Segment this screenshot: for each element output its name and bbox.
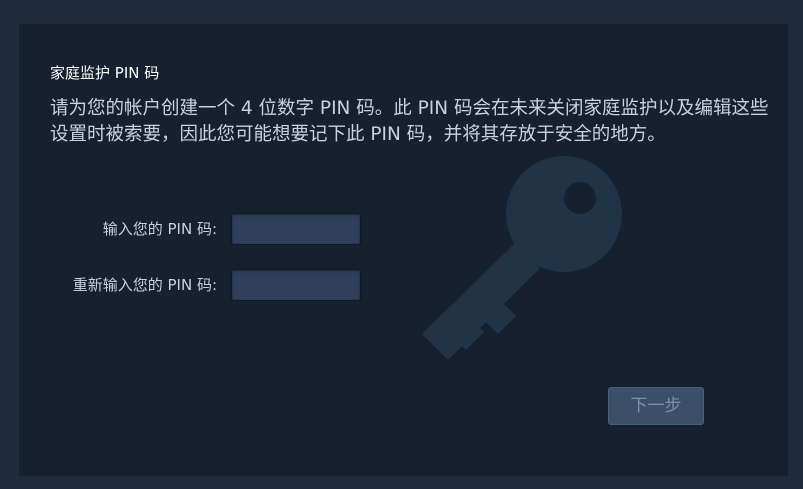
key-icon [422, 156, 622, 360]
pin-confirm-label: 重新输入您的 PIN 码: [72, 276, 217, 294]
family-view-dialog: 家庭监护 PIN 码 请为您的帐户创建一个 4 位数字 PIN 码。此 PIN … [19, 24, 788, 476]
dialog-title: 家庭监护 PIN 码 [50, 64, 160, 82]
pin-row: 输入您的 PIN 码: [59, 213, 361, 245]
pin-confirm-row: 重新输入您的 PIN 码: [59, 269, 361, 301]
pin-label: 输入您的 PIN 码: [102, 220, 217, 238]
pin-input[interactable] [231, 213, 361, 245]
pin-confirm-input[interactable] [231, 269, 361, 301]
next-button[interactable]: 下一步 [608, 387, 704, 425]
dialog-description: 请为您的帐户创建一个 4 位数字 PIN 码。此 PIN 码会在未来关闭家庭监护… [50, 98, 769, 145]
